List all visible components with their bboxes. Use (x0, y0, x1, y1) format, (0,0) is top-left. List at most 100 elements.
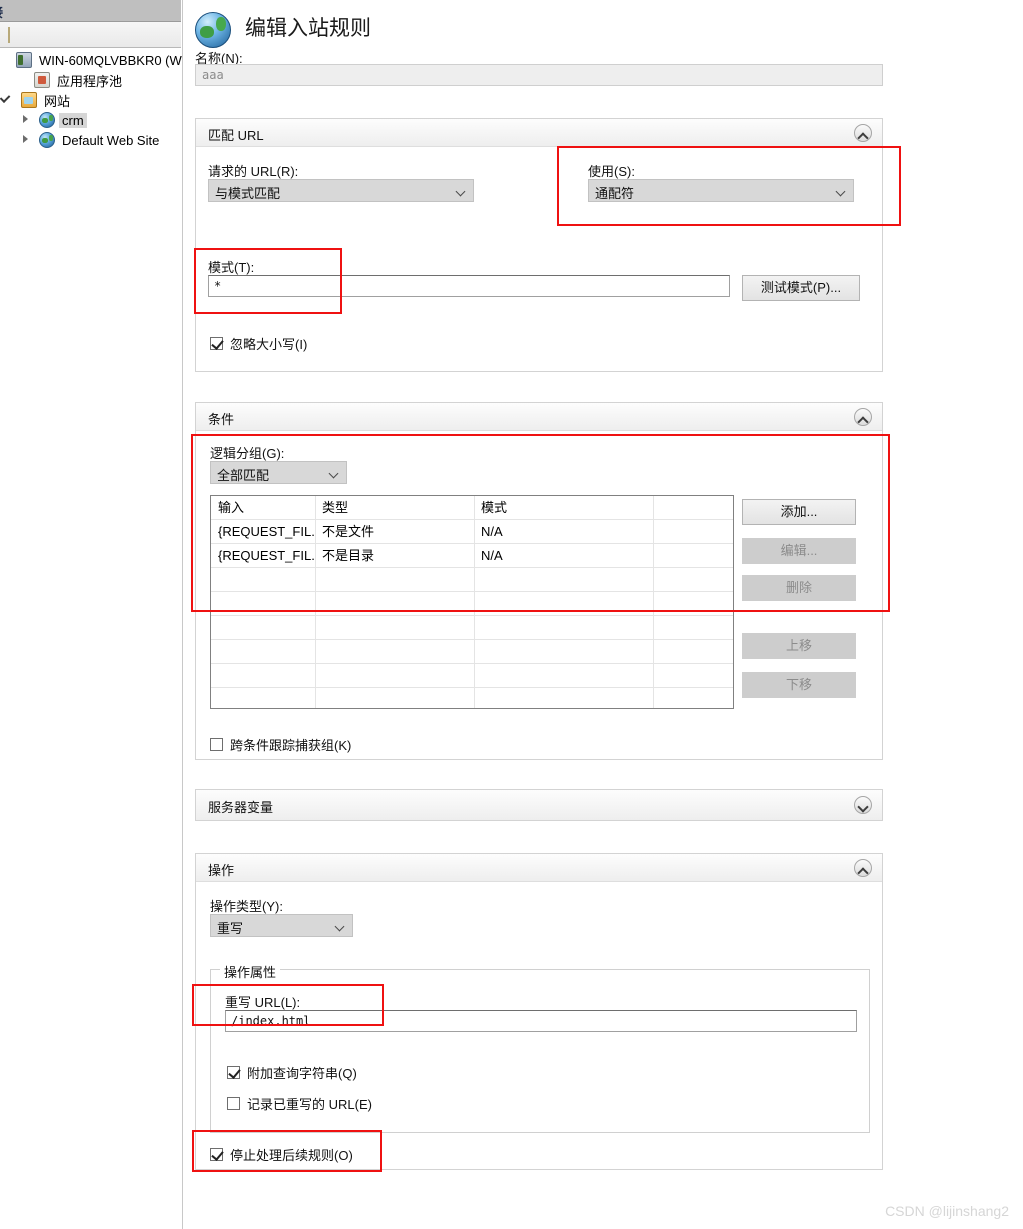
delete-condition-button[interactable]: 删除 (742, 575, 856, 601)
connections-tree[interactable]: WIN-60MQLVBBKR0 (WIN 应用程序池 网站 crm Defaul… (0, 50, 195, 150)
table-row[interactable] (211, 568, 733, 592)
connections-search-box[interactable] (0, 22, 181, 48)
requested-url-label: 请求的 URL(R): (208, 164, 299, 179)
tree-expander-placeholder (2, 50, 16, 70)
action-properties-legend: 操作属性 (220, 962, 281, 981)
logical-grouping-dropdown[interactable]: 全部匹配 (210, 461, 347, 484)
column-header-type[interactable]: 类型 (315, 496, 474, 520)
stop-processing-checkbox-row[interactable]: 停止处理后续规则(O) (210, 1145, 353, 1164)
tree-item-application-pools[interactable]: 应用程序池 (0, 70, 181, 90)
move-up-button[interactable]: 上移 (742, 633, 856, 659)
action-panel: 操作 操作类型(Y): 重写 操作属性 重写 URL(L): /index.ht… (195, 853, 883, 1170)
track-capture-groups-checkbox-row[interactable]: 跨条件跟踪捕获组(K) (210, 735, 351, 754)
chevron-down-icon (837, 188, 845, 196)
log-rewritten-url-checkbox-row[interactable]: 记录已重写的 URL(E) (227, 1094, 372, 1113)
name-input[interactable]: aaa (195, 64, 883, 86)
tree-item-label: crm (59, 112, 87, 128)
tree-expander-placeholder (20, 70, 34, 90)
cell-type: 不是文件 (322, 524, 375, 539)
append-query-string-label: 附加查询字符串(Q) (247, 1066, 357, 1081)
cell-type: 不是目录 (322, 548, 375, 563)
page-title: 编辑入站规则 (245, 17, 371, 40)
pattern-input[interactable]: * (208, 275, 730, 297)
action-type-dropdown[interactable]: 重写 (210, 914, 353, 937)
chevron-up-icon[interactable] (854, 859, 872, 877)
tree-item-sites[interactable]: 网站 (0, 90, 181, 110)
match-url-panel-title: 匹配 URL (208, 128, 264, 143)
table-row[interactable] (211, 688, 733, 712)
log-rewritten-url-label: 记录已重写的 URL(E) (247, 1097, 372, 1112)
cell-pattern: N/A (481, 548, 503, 563)
chevron-down-icon (457, 188, 465, 196)
using-label: 使用(S): (588, 164, 635, 179)
column-header-input[interactable]: 输入 (211, 496, 315, 520)
folder-sites-icon (21, 92, 37, 108)
tree-expander-closed[interactable] (20, 130, 34, 150)
logical-grouping-label: 逻辑分组(G): (210, 446, 285, 461)
table-row[interactable] (211, 640, 733, 664)
tree-expander-closed[interactable] (20, 110, 34, 130)
connections-header: 接 (0, 0, 181, 22)
checkbox-icon[interactable] (210, 738, 223, 751)
append-query-string-checkbox-row[interactable]: 附加查询字符串(Q) (227, 1063, 357, 1082)
server-icon (16, 52, 32, 68)
conditions-panel-header[interactable] (196, 403, 882, 431)
watermark: CSDN @lijinshang2 (885, 1203, 1009, 1219)
connections-header-label: 接 (0, 2, 3, 21)
cell-input: {REQUEST_FIL... (218, 548, 315, 563)
table-row[interactable] (211, 616, 733, 640)
action-type-value: 重写 (217, 921, 244, 936)
tree-item-server[interactable]: WIN-60MQLVBBKR0 (WIN (0, 50, 195, 70)
chevron-down-icon (330, 470, 338, 478)
globe-icon (195, 12, 231, 48)
match-url-panel-header[interactable] (196, 119, 882, 147)
action-panel-header[interactable] (196, 854, 882, 882)
checkbox-icon[interactable] (227, 1097, 240, 1110)
track-capture-groups-label: 跨条件跟踪捕获组(K) (230, 738, 352, 753)
requested-url-value: 与模式匹配 (215, 186, 281, 201)
logical-grouping-value: 全部匹配 (217, 468, 270, 483)
chevron-down-icon (336, 923, 344, 931)
requested-url-dropdown[interactable]: 与模式匹配 (208, 179, 474, 202)
tree-expander-open[interactable] (2, 90, 16, 110)
ignore-case-checkbox-row[interactable]: 忽略大小写(I) (210, 334, 307, 353)
tree-item-default-web-site[interactable]: Default Web Site (0, 130, 181, 150)
action-type-label: 操作类型(Y): (210, 899, 283, 914)
cell-pattern: N/A (481, 524, 503, 539)
chevron-down-icon[interactable] (854, 796, 872, 814)
table-row[interactable]: {REQUEST_FIL... 不是文件 N/A (211, 520, 733, 544)
edit-condition-button[interactable]: 编辑... (742, 538, 856, 564)
using-value: 通配符 (595, 186, 635, 201)
server-variables-panel[interactable]: 服务器变量 (195, 789, 883, 821)
add-condition-button[interactable]: 添加... (742, 499, 856, 525)
tree-item-label: Default Web Site (62, 132, 160, 148)
table-row[interactable]: {REQUEST_FIL... 不是目录 N/A (211, 544, 733, 568)
site-globe-icon (39, 112, 55, 128)
edit-inbound-rule-pane: 编辑入站规则 名称(N): aaa 匹配 URL 请求的 URL(R): 与模式… (182, 0, 1023, 1229)
tree-item-label: WIN-60MQLVBBKR0 (WIN (39, 52, 195, 68)
rewrite-url-input[interactable]: /index.html (225, 1010, 857, 1032)
rewrite-url-label: 重写 URL(L): (225, 995, 301, 1010)
move-down-button[interactable]: 下移 (742, 672, 856, 698)
server-variables-panel-header[interactable] (196, 790, 882, 820)
table-row[interactable] (211, 664, 733, 688)
tree-item-label: 网站 (44, 93, 71, 109)
tree-item-label: 应用程序池 (57, 73, 123, 89)
server-variables-panel-title: 服务器变量 (208, 800, 274, 815)
text-caret (8, 27, 10, 43)
table-row[interactable] (211, 592, 733, 616)
tree-item-crm[interactable]: crm (0, 110, 181, 130)
column-header-pattern[interactable]: 模式 (474, 496, 653, 520)
conditions-panel-title: 条件 (208, 412, 235, 427)
using-dropdown[interactable]: 通配符 (588, 179, 854, 202)
checkbox-icon[interactable] (227, 1066, 240, 1079)
checkbox-icon[interactable] (210, 337, 223, 350)
chevron-up-icon[interactable] (854, 408, 872, 426)
cell-input: {REQUEST_FIL... (218, 524, 315, 539)
checkbox-icon[interactable] (210, 1148, 223, 1161)
table-header-row: 输入 类型 模式 (211, 496, 733, 520)
column-header-blank[interactable] (653, 496, 735, 520)
conditions-table[interactable]: 输入 类型 模式 {REQUEST_FIL... 不是文件 N/A {REQUE… (210, 495, 734, 709)
test-pattern-button[interactable]: 测试模式(P)... (742, 275, 860, 301)
chevron-up-icon[interactable] (854, 124, 872, 142)
